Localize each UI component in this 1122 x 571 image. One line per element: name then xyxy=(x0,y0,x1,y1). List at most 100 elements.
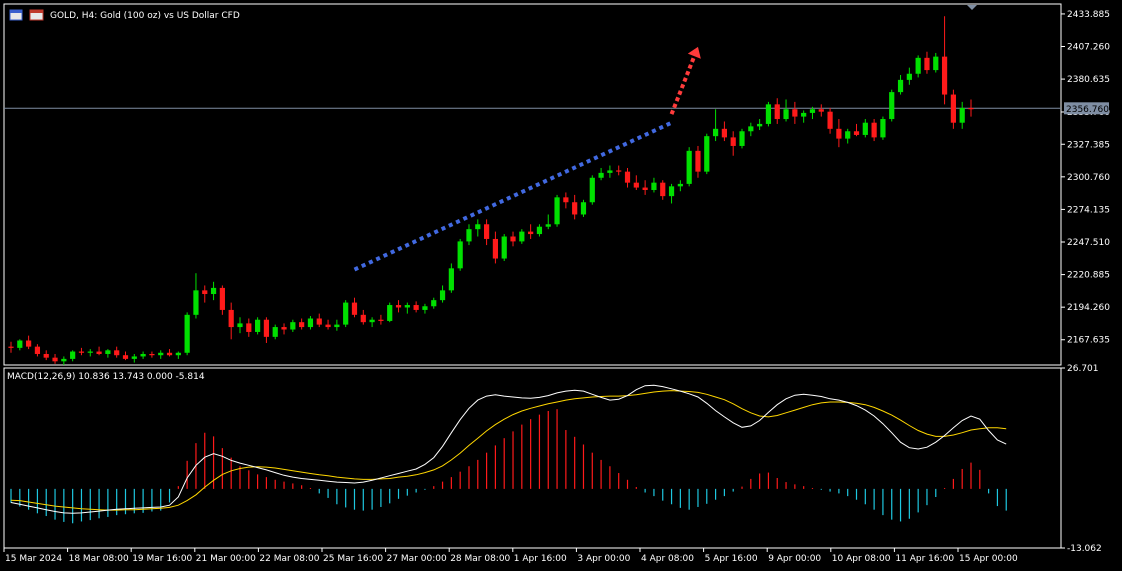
candle-body xyxy=(624,171,631,183)
candle-body xyxy=(175,352,181,356)
candle-body xyxy=(660,182,666,197)
current-price-label: 2356.760 xyxy=(1066,105,1109,115)
chart-canvas: 2433.8852407.2602380.6352353.7602327.385… xyxy=(3,3,1110,564)
candle-body xyxy=(210,287,217,295)
time-tick-label: 3 Apr 00:00 xyxy=(577,554,630,564)
candle-body xyxy=(757,123,763,127)
candle-body xyxy=(959,108,965,123)
candle-body xyxy=(369,319,375,323)
candle-body xyxy=(924,57,930,71)
candle-body xyxy=(307,318,314,328)
candle-body xyxy=(263,319,270,337)
macd-label: MACD(12,26,9) 10.836 13.743 0.000 -5.814 xyxy=(7,372,205,382)
chart-window: 2433.8852407.2602380.6352353.7602327.385… xyxy=(0,0,1122,571)
time-tick-label: 19 Mar 16:00 xyxy=(132,554,192,564)
candle-body xyxy=(431,300,437,307)
symbol-header: GOLD, H4: Gold (100 oz) vs US Dollar CFD xyxy=(9,9,240,21)
candle-body xyxy=(475,224,481,230)
candle-body xyxy=(721,128,727,138)
price-tick-label: 2300.760 xyxy=(1067,173,1110,183)
time-tick-label: 25 Mar 16:00 xyxy=(323,554,383,564)
candle-body xyxy=(237,323,243,328)
candle-body xyxy=(184,314,190,353)
candle-body xyxy=(607,170,613,173)
candle-body xyxy=(554,197,560,225)
candle-body xyxy=(413,305,419,310)
candle-body xyxy=(933,56,939,71)
candle-body xyxy=(325,324,331,328)
candle-body xyxy=(387,305,393,321)
candle-body xyxy=(122,355,129,359)
candle-body xyxy=(483,224,490,239)
candle-body xyxy=(827,111,833,129)
candle-body xyxy=(950,94,956,123)
candle-body xyxy=(563,197,569,203)
time-tick-label: 11 Apr 16:00 xyxy=(895,554,954,564)
support-trendline[interactable] xyxy=(353,120,673,272)
candle-body xyxy=(8,346,14,348)
candle-body xyxy=(580,202,587,215)
candle-body xyxy=(616,170,622,172)
candle-body xyxy=(149,353,155,356)
candle-body xyxy=(404,305,410,308)
candle-body xyxy=(572,202,578,215)
candle-body xyxy=(748,126,754,132)
candle-body xyxy=(668,186,675,197)
candle-body xyxy=(818,109,824,112)
time-tick-label: 15 Mar 2024 xyxy=(5,554,62,564)
price-tick-label: 2433.885 xyxy=(1067,10,1110,20)
candle-body xyxy=(246,323,252,332)
candle-body xyxy=(78,351,85,353)
candle-body xyxy=(677,183,683,187)
candle-body xyxy=(17,340,23,348)
macd-panel-border xyxy=(3,367,1062,549)
symbol-title: GOLD, H4: Gold (100 oz) vs US Dollar CFD xyxy=(50,11,240,21)
candle-body xyxy=(61,358,67,362)
candle-body xyxy=(43,353,49,358)
candle-body xyxy=(774,104,780,120)
candle-body xyxy=(880,119,886,138)
candle-body xyxy=(906,73,912,80)
candle-body xyxy=(862,122,868,135)
time-tick-label: 18 Mar 08:00 xyxy=(69,554,129,564)
candle-body xyxy=(70,351,76,359)
candle-body xyxy=(589,177,595,203)
price-tick-label: 2274.135 xyxy=(1067,205,1110,215)
candle-body xyxy=(166,352,173,356)
time-tick-label: 21 Mar 00:00 xyxy=(196,554,256,564)
projection-arrow-head[interactable] xyxy=(687,46,701,59)
candle-body xyxy=(651,182,657,191)
candle-body xyxy=(871,122,877,138)
candle-body xyxy=(792,109,798,117)
time-tick-label: 10 Apr 08:00 xyxy=(832,554,891,564)
candle-body xyxy=(836,128,842,139)
price-tick-label: 2380.635 xyxy=(1067,75,1110,85)
scroll-marker-icon[interactable] xyxy=(967,5,977,10)
candle-body xyxy=(801,112,807,117)
candle-body xyxy=(114,350,120,356)
candle-body xyxy=(34,346,41,354)
candle-body xyxy=(633,182,639,188)
candle-body xyxy=(598,172,604,178)
price-tick-label: 2194.260 xyxy=(1067,303,1110,313)
candle-body xyxy=(334,324,340,328)
candle-body xyxy=(228,309,234,328)
candle-body xyxy=(695,150,701,172)
projection-arrow-shaft[interactable] xyxy=(669,55,697,115)
candle-body xyxy=(202,290,208,295)
candle-body xyxy=(915,57,921,74)
time-tick-label: 4 Apr 08:00 xyxy=(641,554,694,564)
candlestick-series xyxy=(8,16,974,365)
candle-body xyxy=(378,319,384,321)
candle-body xyxy=(510,236,516,242)
candle-body xyxy=(519,231,525,242)
candle-body xyxy=(290,322,296,330)
candle-body xyxy=(765,104,772,124)
candle-body xyxy=(360,314,366,323)
candle-body xyxy=(193,290,199,315)
macd-indicator xyxy=(10,384,1007,524)
price-tick-label: 2247.510 xyxy=(1067,238,1110,248)
candle-body xyxy=(528,231,534,235)
candle-body xyxy=(316,318,322,325)
chart-window-icon-bar xyxy=(10,10,22,13)
